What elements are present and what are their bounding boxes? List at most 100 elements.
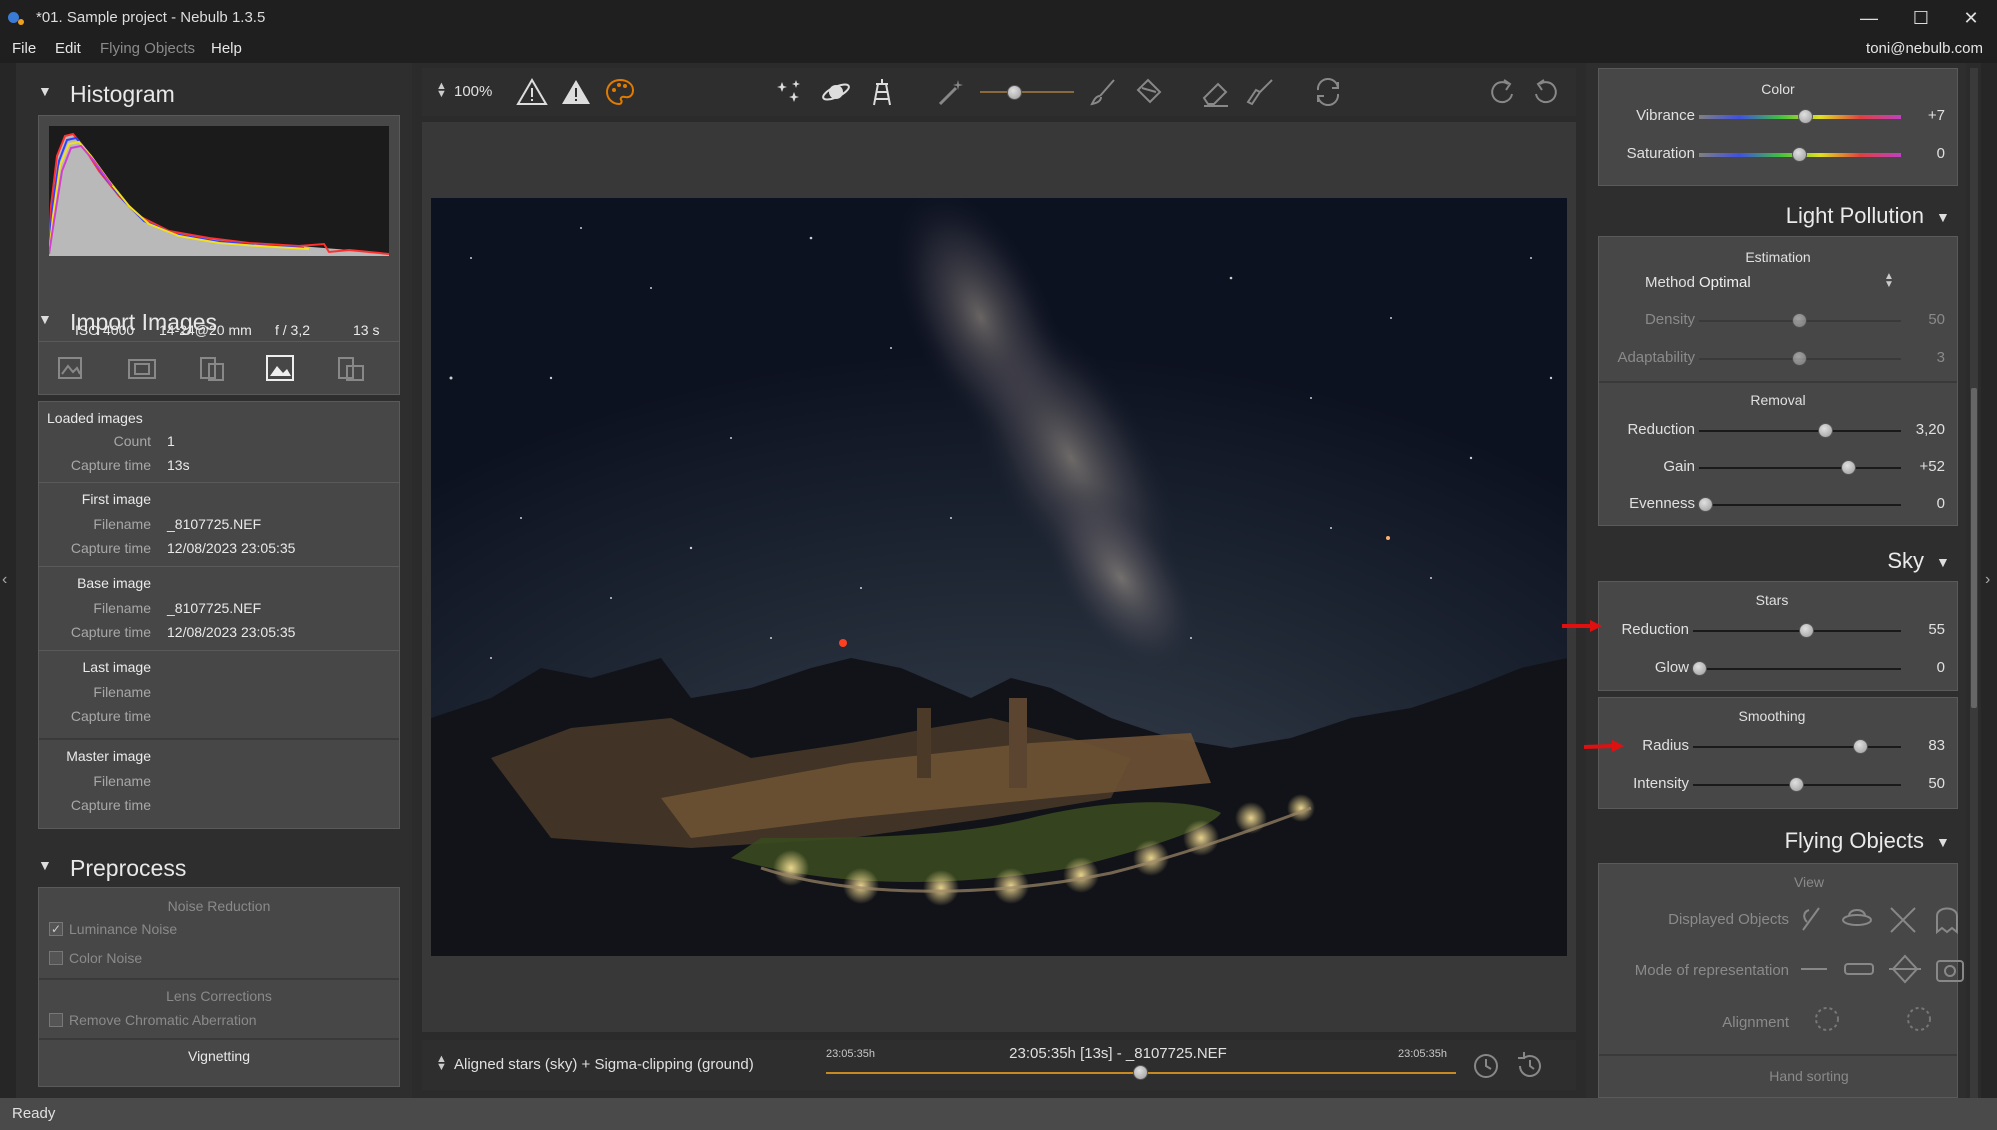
density-thumb[interactable] <box>1792 313 1807 328</box>
import-stack-icon[interactable] <box>197 354 227 382</box>
magic-wand-icon[interactable] <box>934 76 966 108</box>
collapse-preprocess-icon[interactable]: ▼ <box>38 857 52 873</box>
glow-slider[interactable] <box>1693 668 1901 670</box>
collapse-sky-icon[interactable]: ▼ <box>1936 554 1950 570</box>
radius-thumb[interactable] <box>1853 739 1869 754</box>
vibrance-thumb[interactable] <box>1797 109 1813 124</box>
gain-value: +52 <box>1919 458 1945 475</box>
right-scrollbar-thumb[interactable] <box>1971 388 1977 708</box>
alignment-label: Alignment <box>1722 1014 1789 1031</box>
radius-slider[interactable] <box>1693 746 1901 748</box>
vignetting-heading: Vignetting <box>187 1048 250 1064</box>
camera-mode-icon <box>1936 960 1964 982</box>
zoom-stepper-icon[interactable]: ▲ ▼ <box>436 81 447 100</box>
evenness-slider[interactable] <box>1699 504 1901 506</box>
intensity-thumb[interactable] <box>1789 777 1804 792</box>
stars-icon[interactable] <box>774 76 806 108</box>
flying-objects-box: View Displayed Objects Mode of represent… <box>1598 863 1964 1098</box>
brush-size-thumb[interactable] <box>1007 85 1022 100</box>
warning-outline-icon[interactable] <box>516 76 548 108</box>
menu-edit[interactable]: Edit <box>55 40 81 57</box>
warning-filled-icon[interactable] <box>560 76 592 108</box>
close-button[interactable]: ✕ <box>1945 0 1997 36</box>
menu-help[interactable]: Help <box>211 40 242 57</box>
collapse-flying-objects-icon[interactable]: ▼ <box>1936 834 1950 850</box>
arrow-annotation-radius <box>1583 740 1624 752</box>
palette-icon[interactable] <box>604 76 636 108</box>
chevron-right-icon: › <box>1985 571 1991 588</box>
single-image-icon[interactable] <box>265 354 295 382</box>
stars-heading: Stars <box>1755 592 1789 608</box>
luminance-noise-checkbox[interactable]: ✓ <box>49 922 63 936</box>
saturation-value: 0 <box>1936 145 1945 162</box>
redo-icon[interactable] <box>1486 76 1518 108</box>
brush-icon[interactable] <box>1088 76 1120 108</box>
noise-reduction-heading: Noise Reduction <box>167 898 271 914</box>
saturation-thumb[interactable] <box>1792 147 1807 162</box>
first-capture-label: Capture time <box>70 540 151 556</box>
timeline-thumb[interactable] <box>1133 1065 1148 1080</box>
evenness-label: Evenness <box>1629 495 1695 512</box>
smoothing-box: Smoothing Radius 83 Intensity 50 <box>1598 697 1958 809</box>
fill-bucket-icon[interactable] <box>1132 76 1164 108</box>
color-noise-checkbox[interactable] <box>49 951 63 965</box>
lp-reduction-slider[interactable] <box>1699 430 1901 432</box>
menu-flying-objects[interactable]: Flying Objects <box>100 40 195 57</box>
first-filename-label: Filename <box>93 516 151 532</box>
last-capture-label: Capture time <box>70 708 151 724</box>
lp-reduction-thumb[interactable] <box>1818 423 1834 438</box>
glow-thumb[interactable] <box>1692 661 1707 676</box>
status-text: Ready <box>12 1105 56 1122</box>
displayed-objects-icons <box>1802 907 1958 935</box>
import-master-icon[interactable] <box>335 354 365 382</box>
import-folder-icon[interactable] <box>127 354 157 382</box>
density-label: Density <box>1644 311 1695 328</box>
user-account[interactable]: toni@nebulb.com <box>1866 40 1983 57</box>
menu-file[interactable]: File <box>12 40 36 57</box>
saturation-label: Saturation <box>1626 145 1695 162</box>
refresh-icon[interactable] <box>1312 76 1344 108</box>
stacking-mode-select[interactable]: Aligned stars (sky) + Sigma-clipping (gr… <box>454 1056 754 1073</box>
undo-icon[interactable] <box>1530 76 1562 108</box>
intensity-value: 50 <box>1928 775 1945 792</box>
histogram-exposure: 13 s <box>353 322 380 338</box>
clock-history-icon[interactable] <box>1514 1050 1546 1082</box>
mode-stepper-icon[interactable]: ▲ ▼ <box>436 1054 447 1073</box>
sky-reduction-label: Reduction <box>1621 621 1689 638</box>
maximize-button[interactable]: ☐ <box>1895 0 1947 36</box>
night-sky-photo <box>431 198 1567 956</box>
main-image-preview[interactable] <box>431 198 1567 956</box>
eraser-icon[interactable] <box>1200 76 1232 108</box>
gain-slider[interactable] <box>1699 467 1901 469</box>
right-collapse-strip[interactable]: › <box>1981 63 1997 1098</box>
left-collapse-strip[interactable]: ‹ <box>0 63 16 1098</box>
sky-reduction-thumb[interactable] <box>1798 623 1814 638</box>
method-dropdown-icon[interactable]: ▲ ▼ <box>1884 272 1894 290</box>
preprocess-box: Noise Reduction ✓ Luminance Noise Color … <box>38 887 400 1087</box>
brush-size-slider[interactable] <box>980 91 1074 93</box>
collapse-light-pollution-icon[interactable]: ▼ <box>1936 209 1950 225</box>
collapse-histogram-icon[interactable]: ▼ <box>38 83 52 99</box>
lens-corrections-heading: Lens Corrections <box>166 988 272 1004</box>
right-scrollbar[interactable] <box>1970 68 1978 1098</box>
view-heading: View <box>1793 874 1825 890</box>
zoom-level[interactable]: 100% <box>454 83 492 100</box>
collapse-import-icon[interactable]: ▼ <box>38 311 52 327</box>
gain-thumb[interactable] <box>1840 460 1856 475</box>
import-images-icon[interactable] <box>57 354 87 382</box>
tower-icon[interactable] <box>866 76 898 108</box>
broom-icon[interactable] <box>1244 76 1276 108</box>
evenness-thumb[interactable] <box>1698 497 1713 512</box>
remove-ca-label: Remove Chromatic Aberration <box>69 1012 257 1028</box>
last-image-heading: Last image <box>82 659 151 675</box>
planet-icon[interactable] <box>820 76 852 108</box>
title-bar: *01. Sample project - Nebulb 1.3.5 — ☐ ✕ <box>0 0 1997 36</box>
adaptability-thumb[interactable] <box>1792 351 1807 366</box>
left-panel: ▼ Histogram ISO 4000 14-24@20 mm f / 3,2… <box>16 63 412 1098</box>
clock-prev-icon[interactable] <box>1470 1050 1502 1082</box>
remove-ca-checkbox[interactable] <box>49 1013 63 1027</box>
sky-reduction-slider[interactable] <box>1693 630 1901 632</box>
method-select[interactable]: Optimal <box>1699 274 1751 291</box>
first-filename-value: _8107725.NEF <box>167 516 262 532</box>
minimize-button[interactable]: — <box>1843 0 1895 36</box>
